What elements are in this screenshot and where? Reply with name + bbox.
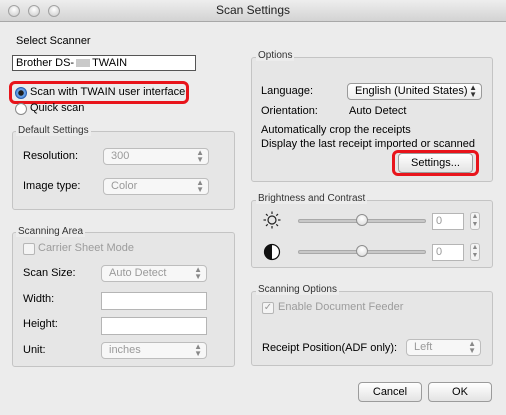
receipt-position-select[interactable]: Left ▲ ▼ (406, 339, 481, 356)
brightness-stepper[interactable]: ▲ ▼ (470, 212, 480, 230)
image-type-label: Image type: (23, 180, 81, 192)
receipt-position-label: Receipt Position(ADF only): (262, 342, 398, 354)
quick-scan-label: Quick scan (30, 102, 85, 114)
language-label: Language: (261, 85, 313, 97)
default-settings-group (12, 131, 235, 210)
scanning-area-label: Scanning Area (16, 226, 86, 237)
scanner-name-text: Brother DS- (16, 57, 75, 69)
brightness-value-field[interactable]: 0 (432, 213, 464, 230)
resolution-label: Resolution: (23, 150, 79, 162)
options-label: Options (256, 50, 295, 61)
scanner-name-suffix: TWAIN (92, 57, 128, 69)
popup-arrows-icon: ▲ ▼ (194, 265, 202, 281)
scan-size-select[interactable]: Auto Detect ▲ ▼ (101, 265, 207, 282)
redacted-mark (76, 59, 91, 68)
width-input[interactable] (101, 292, 207, 310)
scanner-name-field[interactable]: Brother DS- TWAIN (12, 55, 196, 71)
unit-label: Unit: (23, 344, 46, 356)
settings-button[interactable]: Settings... (398, 153, 473, 173)
crop-receipts-text: Automatically crop the receipts (261, 124, 411, 136)
language-select[interactable]: English (United States) ▲ ▼ (347, 83, 482, 100)
cancel-button[interactable]: Cancel (358, 382, 422, 402)
popup-arrows-icon: ▲ ▼ (196, 148, 204, 164)
resolution-value: 300 (111, 150, 130, 162)
brightness-contrast-label: Brightness and Contrast (256, 193, 368, 204)
default-settings-label: Default Settings (16, 125, 91, 136)
display-last-receipt-text: Display the last receipt imported or sca… (261, 138, 475, 150)
twain-ui-label: Scan with TWAIN user interface (30, 86, 186, 98)
contrast-stepper[interactable]: ▲ ▼ (470, 243, 480, 261)
window-title: Scan Settings (215, 3, 291, 17)
scan-size-label: Scan Size: (23, 267, 76, 279)
popup-arrows-icon: ▲ ▼ (194, 342, 202, 358)
enable-adf-checkbox[interactable]: ✓ (262, 302, 274, 314)
contrast-value-field[interactable]: 0 (432, 244, 464, 261)
popup-arrows-icon: ▲ ▼ (469, 83, 477, 99)
select-scanner-heading: Select Scanner (16, 35, 91, 47)
minimize-window-icon[interactable] (28, 5, 40, 17)
contrast-slider-knob[interactable] (356, 245, 368, 257)
scan-size-value: Auto Detect (109, 267, 167, 279)
zoom-window-icon[interactable] (48, 5, 60, 17)
orientation-value: Auto Detect (349, 105, 407, 117)
width-label: Width: (23, 293, 55, 305)
carrier-sheet-checkbox[interactable] (23, 243, 35, 255)
language-value: English (United States) (355, 85, 468, 97)
resolution-select[interactable]: 300 ▲ ▼ (103, 148, 209, 165)
image-type-select[interactable]: Color ▲ ▼ (103, 178, 209, 195)
height-label: Height: (23, 318, 58, 330)
title-bar: Scan Settings (0, 0, 506, 22)
contrast-icon (263, 243, 281, 261)
unit-value: inches (109, 344, 141, 356)
close-window-icon[interactable] (8, 5, 20, 17)
brightness-icon (263, 211, 281, 229)
carrier-sheet-label: Carrier Sheet Mode (38, 242, 134, 254)
receipt-position-value: Left (414, 341, 433, 353)
quick-scan-radio[interactable] (15, 103, 27, 115)
popup-arrows-icon: ▲ ▼ (468, 339, 476, 355)
orientation-label: Orientation: (261, 105, 318, 117)
brightness-slider-knob[interactable] (356, 214, 368, 226)
twain-ui-radio[interactable] (15, 87, 27, 99)
ok-button[interactable]: OK (428, 382, 492, 402)
enable-adf-label: Enable Document Feeder (278, 301, 404, 313)
popup-arrows-icon: ▲ ▼ (196, 178, 204, 194)
unit-select[interactable]: inches ▲ ▼ (101, 342, 207, 359)
scanning-options-label: Scanning Options (256, 284, 339, 295)
image-type-value: Color (111, 180, 138, 192)
height-input[interactable] (101, 317, 207, 335)
